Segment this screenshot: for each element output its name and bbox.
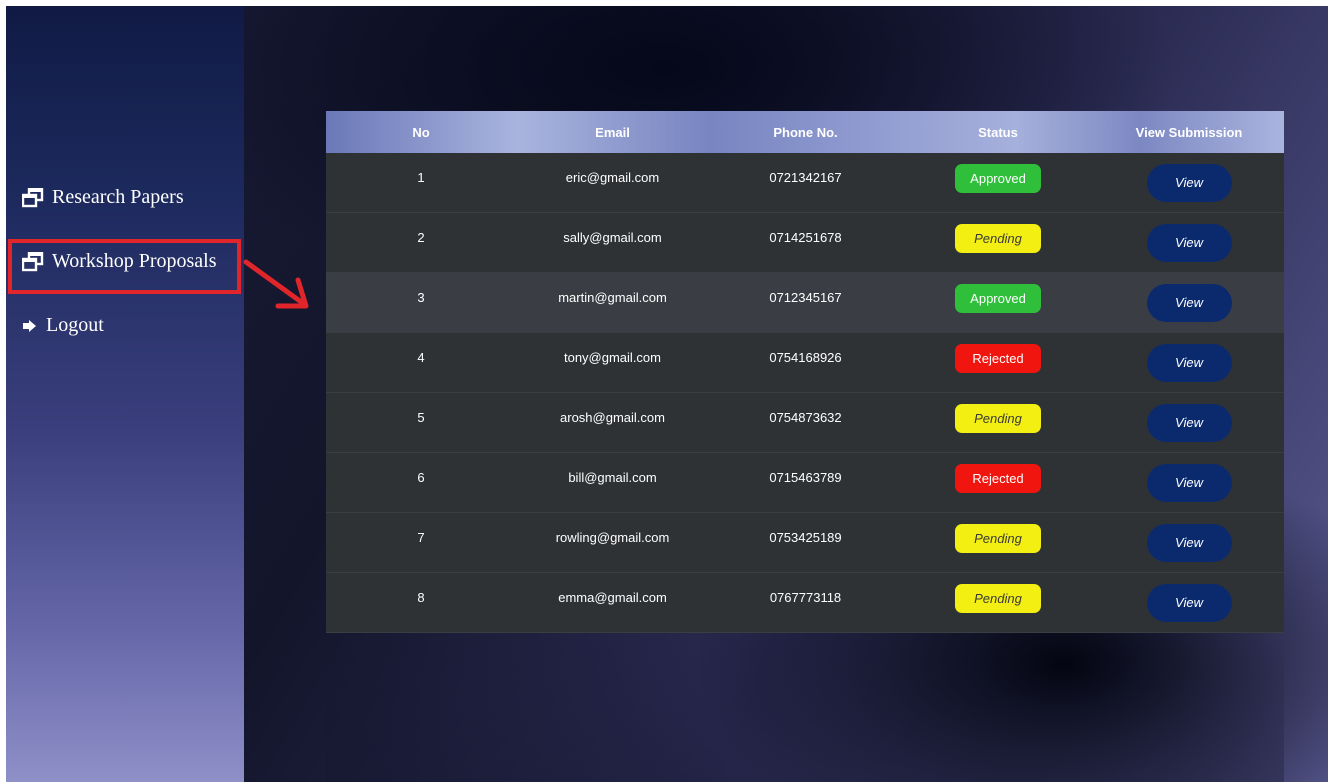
row-email: eric@gmail.com	[565, 170, 660, 185]
annotation-arrow-icon	[243, 259, 309, 309]
submissions-table: No Email Phone No. Status View Submissio…	[326, 111, 1284, 782]
status-badge: Rejected	[955, 464, 1041, 493]
view-submission-button[interactable]: View	[1146, 344, 1232, 382]
table-row: 8 emma@gmail.com 0767773118 Pending View	[326, 573, 1284, 633]
view-submission-button[interactable]: View	[1146, 464, 1232, 502]
view-submission-button[interactable]: View	[1146, 224, 1232, 262]
status-cell: Rejected	[902, 333, 1094, 373]
column-header-no: No	[412, 124, 430, 140]
row-email: bill@gmail.com	[568, 470, 657, 485]
status-badge: Pending	[955, 404, 1041, 433]
view-submission-button[interactable]: View	[1146, 524, 1232, 562]
row-phone: 0721342167	[769, 170, 842, 185]
table-row: 2 sally@gmail.com 0714251678 Pending Vie…	[326, 213, 1284, 273]
row-phone: 0754168926	[769, 350, 842, 365]
row-number: 8	[417, 590, 425, 605]
table-row: 1 eric@gmail.com 0721342167 Approved Vie…	[326, 153, 1284, 213]
row-email: sally@gmail.com	[563, 230, 662, 245]
status-badge: Pending	[955, 584, 1041, 613]
view-cell: View	[1094, 153, 1284, 202]
status-cell: Rejected	[902, 453, 1094, 493]
status-cell: Approved	[902, 153, 1094, 193]
table-row: 7 rowling@gmail.com 0753425189 Pending V…	[326, 513, 1284, 573]
sidebar-item-research-papers[interactable]: Research Papers	[22, 186, 184, 209]
view-cell: View	[1094, 393, 1284, 442]
row-phone: 0767773118	[769, 590, 842, 605]
status-badge: Approved	[955, 164, 1041, 193]
row-phone: 0714251678	[769, 230, 842, 245]
status-cell: Pending	[902, 573, 1094, 613]
row-number: 6	[417, 470, 425, 485]
highlight-annotation-box	[8, 239, 241, 294]
view-cell: View	[1094, 513, 1284, 562]
status-badge: Pending	[955, 224, 1041, 253]
table-row: 3 martin@gmail.com 0712345167 Approved V…	[326, 273, 1284, 333]
table-row: 4 tony@gmail.com 0754168926 Rejected Vie…	[326, 333, 1284, 393]
status-cell: Approved	[902, 273, 1094, 313]
status-cell: Pending	[902, 513, 1094, 553]
status-badge: Rejected	[955, 344, 1041, 373]
column-header-view-submission: View Submission	[1135, 124, 1243, 140]
status-badge: Approved	[955, 284, 1041, 313]
view-submission-button[interactable]: View	[1146, 284, 1232, 322]
row-number: 5	[417, 410, 425, 425]
view-submission-button[interactable]: View	[1146, 584, 1232, 622]
logout-arrow-icon	[22, 319, 38, 333]
column-header-phone: Phone No.	[773, 124, 838, 140]
row-phone: 0712345167	[769, 290, 842, 305]
sidebar: Research Papers Workshop Proposals Logou…	[6, 6, 244, 782]
row-number: 7	[417, 530, 425, 545]
status-badge: Pending	[955, 524, 1041, 553]
sidebar-item-logout[interactable]: Logout	[22, 314, 104, 337]
row-number: 4	[417, 350, 425, 365]
row-phone: 0753425189	[769, 530, 842, 545]
table-row: 6 bill@gmail.com 0715463789 Rejected Vie…	[326, 453, 1284, 513]
row-phone: 0754873632	[769, 410, 842, 425]
row-email: rowling@gmail.com	[555, 530, 670, 545]
status-cell: Pending	[902, 213, 1094, 253]
view-cell: View	[1094, 573, 1284, 622]
row-phone: 0715463789	[769, 470, 842, 485]
windows-icon	[22, 187, 44, 208]
column-header-status: Status	[978, 124, 1018, 140]
app-window: Research Papers Workshop Proposals Logou…	[6, 6, 1328, 782]
view-cell: View	[1094, 453, 1284, 502]
column-header-email: Email	[595, 124, 630, 140]
row-number: 3	[417, 290, 425, 305]
row-email: tony@gmail.com	[563, 350, 661, 365]
view-submission-button[interactable]: View	[1146, 404, 1232, 442]
row-email: martin@gmail.com	[558, 290, 667, 305]
status-cell: Pending	[902, 393, 1094, 433]
sidebar-item-label: Research Papers	[52, 186, 184, 208]
view-cell: View	[1094, 273, 1284, 322]
sidebar-item-label: Logout	[46, 314, 104, 336]
row-email: emma@gmail.com	[558, 590, 667, 605]
view-submission-button[interactable]: View	[1146, 164, 1232, 202]
table-row: 5 arosh@gmail.com 0754873632 Pending Vie…	[326, 393, 1284, 453]
row-email: arosh@gmail.com	[560, 410, 665, 425]
view-cell: View	[1094, 213, 1284, 262]
row-number: 2	[417, 230, 425, 245]
view-cell: View	[1094, 333, 1284, 382]
row-number: 1	[417, 170, 425, 185]
table-header: No Email Phone No. Status View Submissio…	[326, 111, 1284, 153]
